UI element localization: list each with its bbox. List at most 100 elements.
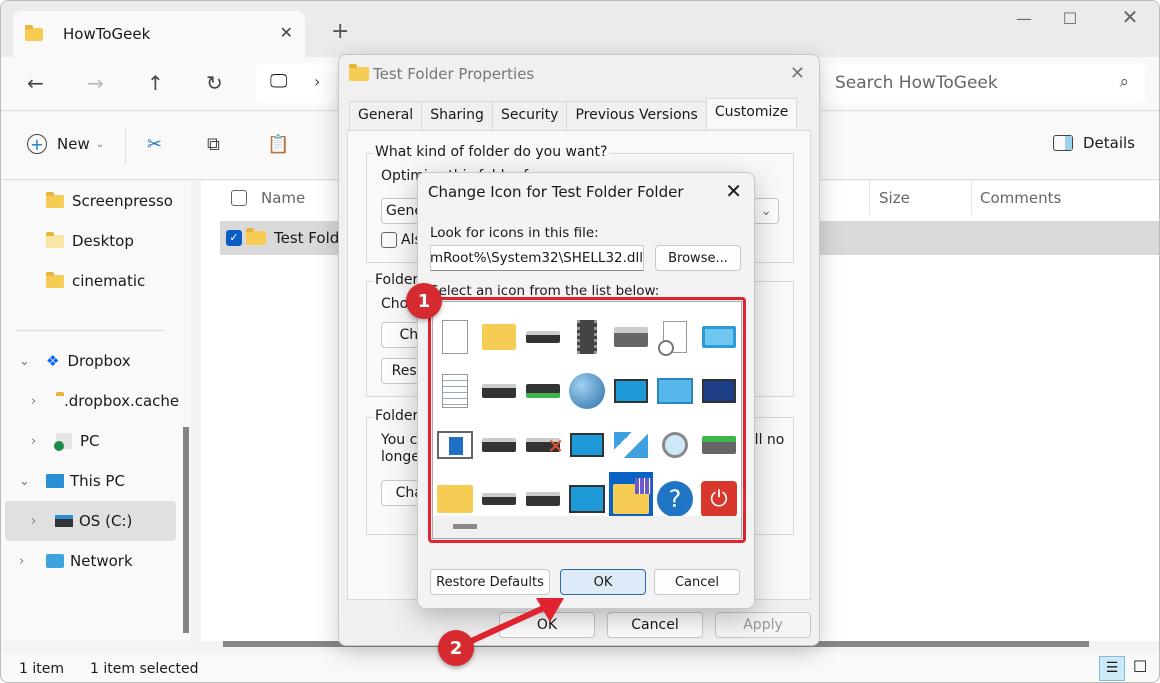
- close-icon[interactable]: ✕: [790, 63, 805, 84]
- monitor-icon: [46, 474, 64, 488]
- chevron-down-icon: ⌄: [95, 138, 105, 150]
- details-view-button[interactable]: ☰: [1099, 656, 1125, 681]
- dropbox-icon: ❖: [46, 352, 60, 370]
- dialog-title: Test Folder Properties: [373, 65, 535, 83]
- properties-tabs: General Sharing Security Previous Versio…: [349, 98, 798, 131]
- sidebar-item-pc[interactable]: › PC: [1, 421, 176, 461]
- paste-icon[interactable]: 📋: [267, 134, 289, 155]
- divider: [125, 128, 126, 164]
- tab-label: HowToGeek: [63, 25, 151, 43]
- copy-icon[interactable]: ⧉: [207, 134, 220, 155]
- row-checkbox[interactable]: ✓: [226, 230, 242, 246]
- new-button[interactable]: + New ⌄: [27, 134, 104, 154]
- tab-sharing[interactable]: Sharing: [421, 101, 493, 131]
- tiles-view-button[interactable]: ☐: [1133, 657, 1147, 676]
- highlight-box: [428, 297, 746, 543]
- sidebar-label: Screenpresso: [72, 192, 173, 210]
- forward-icon[interactable]: →: [87, 71, 104, 95]
- column-label: Comments: [980, 189, 1062, 207]
- tab-bar: HowToGeek ✕ + — ☐ ✕: [1, 1, 1159, 57]
- divider: [15, 330, 165, 331]
- search-icon: ⌕: [1119, 72, 1129, 92]
- column-header-size[interactable]: Size: [869, 181, 969, 215]
- cancel-button[interactable]: Cancel: [607, 612, 703, 638]
- selection-count: 1 item selected: [90, 660, 199, 677]
- chevron-down-icon: ⌄: [19, 473, 30, 489]
- folder-icon: [46, 191, 64, 208]
- select-all-checkbox[interactable]: [231, 190, 247, 206]
- column-header-comments[interactable]: Comments: [971, 181, 1061, 215]
- plus-icon: +: [27, 134, 47, 154]
- checkbox[interactable]: [381, 232, 397, 248]
- tab-security[interactable]: Security: [491, 101, 568, 131]
- group-label: What kind of folder do you want?: [373, 144, 610, 160]
- icon-file-input[interactable]: %SystemRoot%\System32\SHELL32.dll: [430, 245, 644, 271]
- navigation-pane: Screenpresso Desktop cinematic ⌄ ❖ Dropbox…: [1, 181, 191, 641]
- sidebar-label: This PC: [70, 472, 125, 490]
- sidebar-item-network[interactable]: › Network: [1, 541, 176, 581]
- back-icon[interactable]: ←: [27, 71, 44, 95]
- new-label: New: [57, 135, 90, 153]
- sidebar-item-desktop[interactable]: Desktop: [1, 221, 176, 261]
- sidebar-label: cinematic: [72, 272, 146, 290]
- status-bar: 1 item 1 item selected ☰ ☐: [1, 653, 1159, 682]
- details-label: Details: [1083, 134, 1136, 152]
- dialog-title: Change Icon for Test Folder Folder: [428, 183, 684, 201]
- close-icon[interactable]: ✕: [725, 179, 742, 203]
- chevron-right-icon: ›: [19, 553, 25, 569]
- tab-customize[interactable]: Customize: [705, 98, 798, 128]
- column-label: Name: [261, 189, 306, 207]
- item-count: 1 item: [19, 660, 64, 677]
- cancel-button[interactable]: Cancel: [654, 569, 740, 595]
- sidebar-label: .dropbox.cache: [64, 392, 180, 410]
- details-pane-icon: [1053, 135, 1073, 151]
- address-bar[interactable]: 🖵 ›: [256, 63, 336, 103]
- refresh-icon[interactable]: ↻: [206, 71, 223, 95]
- chevron-right-icon: ›: [31, 393, 37, 409]
- pc-sync-icon: [54, 433, 72, 451]
- chevron-right-icon: ›: [314, 72, 321, 91]
- search-input[interactable]: Search HowToGeek: [835, 73, 998, 93]
- tab-previous-versions[interactable]: Previous Versions: [566, 101, 707, 131]
- step-badge-2: 2: [438, 630, 474, 666]
- folder-icon: [25, 24, 43, 41]
- folder-icon: [349, 64, 369, 81]
- drive-icon: [55, 515, 73, 527]
- sidebar-item-os-c[interactable]: › OS (C:): [5, 501, 176, 541]
- details-button[interactable]: Details: [1053, 134, 1135, 152]
- monitor-icon: 🖵: [270, 71, 288, 92]
- up-icon[interactable]: ↑: [147, 71, 164, 95]
- folder-icon: [46, 271, 64, 288]
- sidebar-label: Network: [70, 552, 133, 570]
- column-header-name[interactable]: Name: [231, 181, 305, 215]
- look-for-label: Look for icons in this file:: [430, 225, 599, 241]
- search-box[interactable]: Search HowToGeek ⌕: [821, 63, 1145, 103]
- chevron-right-icon: ›: [31, 433, 37, 449]
- sidebar-item-dropbox-cache[interactable]: › .dropbox.cache: [1, 381, 180, 421]
- cut-icon[interactable]: ✂: [147, 134, 162, 155]
- sidebar-label: OS (C:): [79, 512, 133, 530]
- sidebar-item-cinematic[interactable]: cinematic: [1, 261, 176, 301]
- chevron-down-icon: ⌄: [19, 353, 30, 369]
- sidebar-scrollbar[interactable]: [183, 427, 189, 633]
- sidebar-item-this-pc[interactable]: ⌄ This PC: [1, 461, 176, 501]
- folder-icon: [46, 231, 64, 248]
- step-badge-1: 1: [406, 283, 442, 319]
- file-path-value: %SystemRoot%\System32\SHELL32.dll: [430, 250, 643, 266]
- tab-general[interactable]: General: [349, 101, 423, 131]
- sidebar-item-dropbox[interactable]: ⌄ ❖ Dropbox: [1, 341, 176, 381]
- apply-button[interactable]: Apply: [715, 612, 811, 638]
- close-tab-icon[interactable]: ✕: [280, 23, 293, 42]
- chevron-right-icon: ›: [31, 513, 37, 529]
- minimize-button[interactable]: —: [1001, 9, 1047, 28]
- close-window-button[interactable]: ✕: [1107, 5, 1153, 29]
- maximize-button[interactable]: ☐: [1047, 9, 1093, 28]
- sidebar-item-screenpresso[interactable]: Screenpresso: [1, 181, 176, 221]
- chevron-down-icon: ⌄: [760, 203, 772, 219]
- browse-button[interactable]: Browse...: [655, 245, 741, 271]
- folder-icon: [246, 228, 266, 245]
- tab-howtogeek[interactable]: HowToGeek ✕: [13, 11, 305, 57]
- column-label: Size: [879, 189, 910, 207]
- sidebar-label: PC: [80, 432, 100, 450]
- new-tab-button[interactable]: +: [331, 19, 349, 44]
